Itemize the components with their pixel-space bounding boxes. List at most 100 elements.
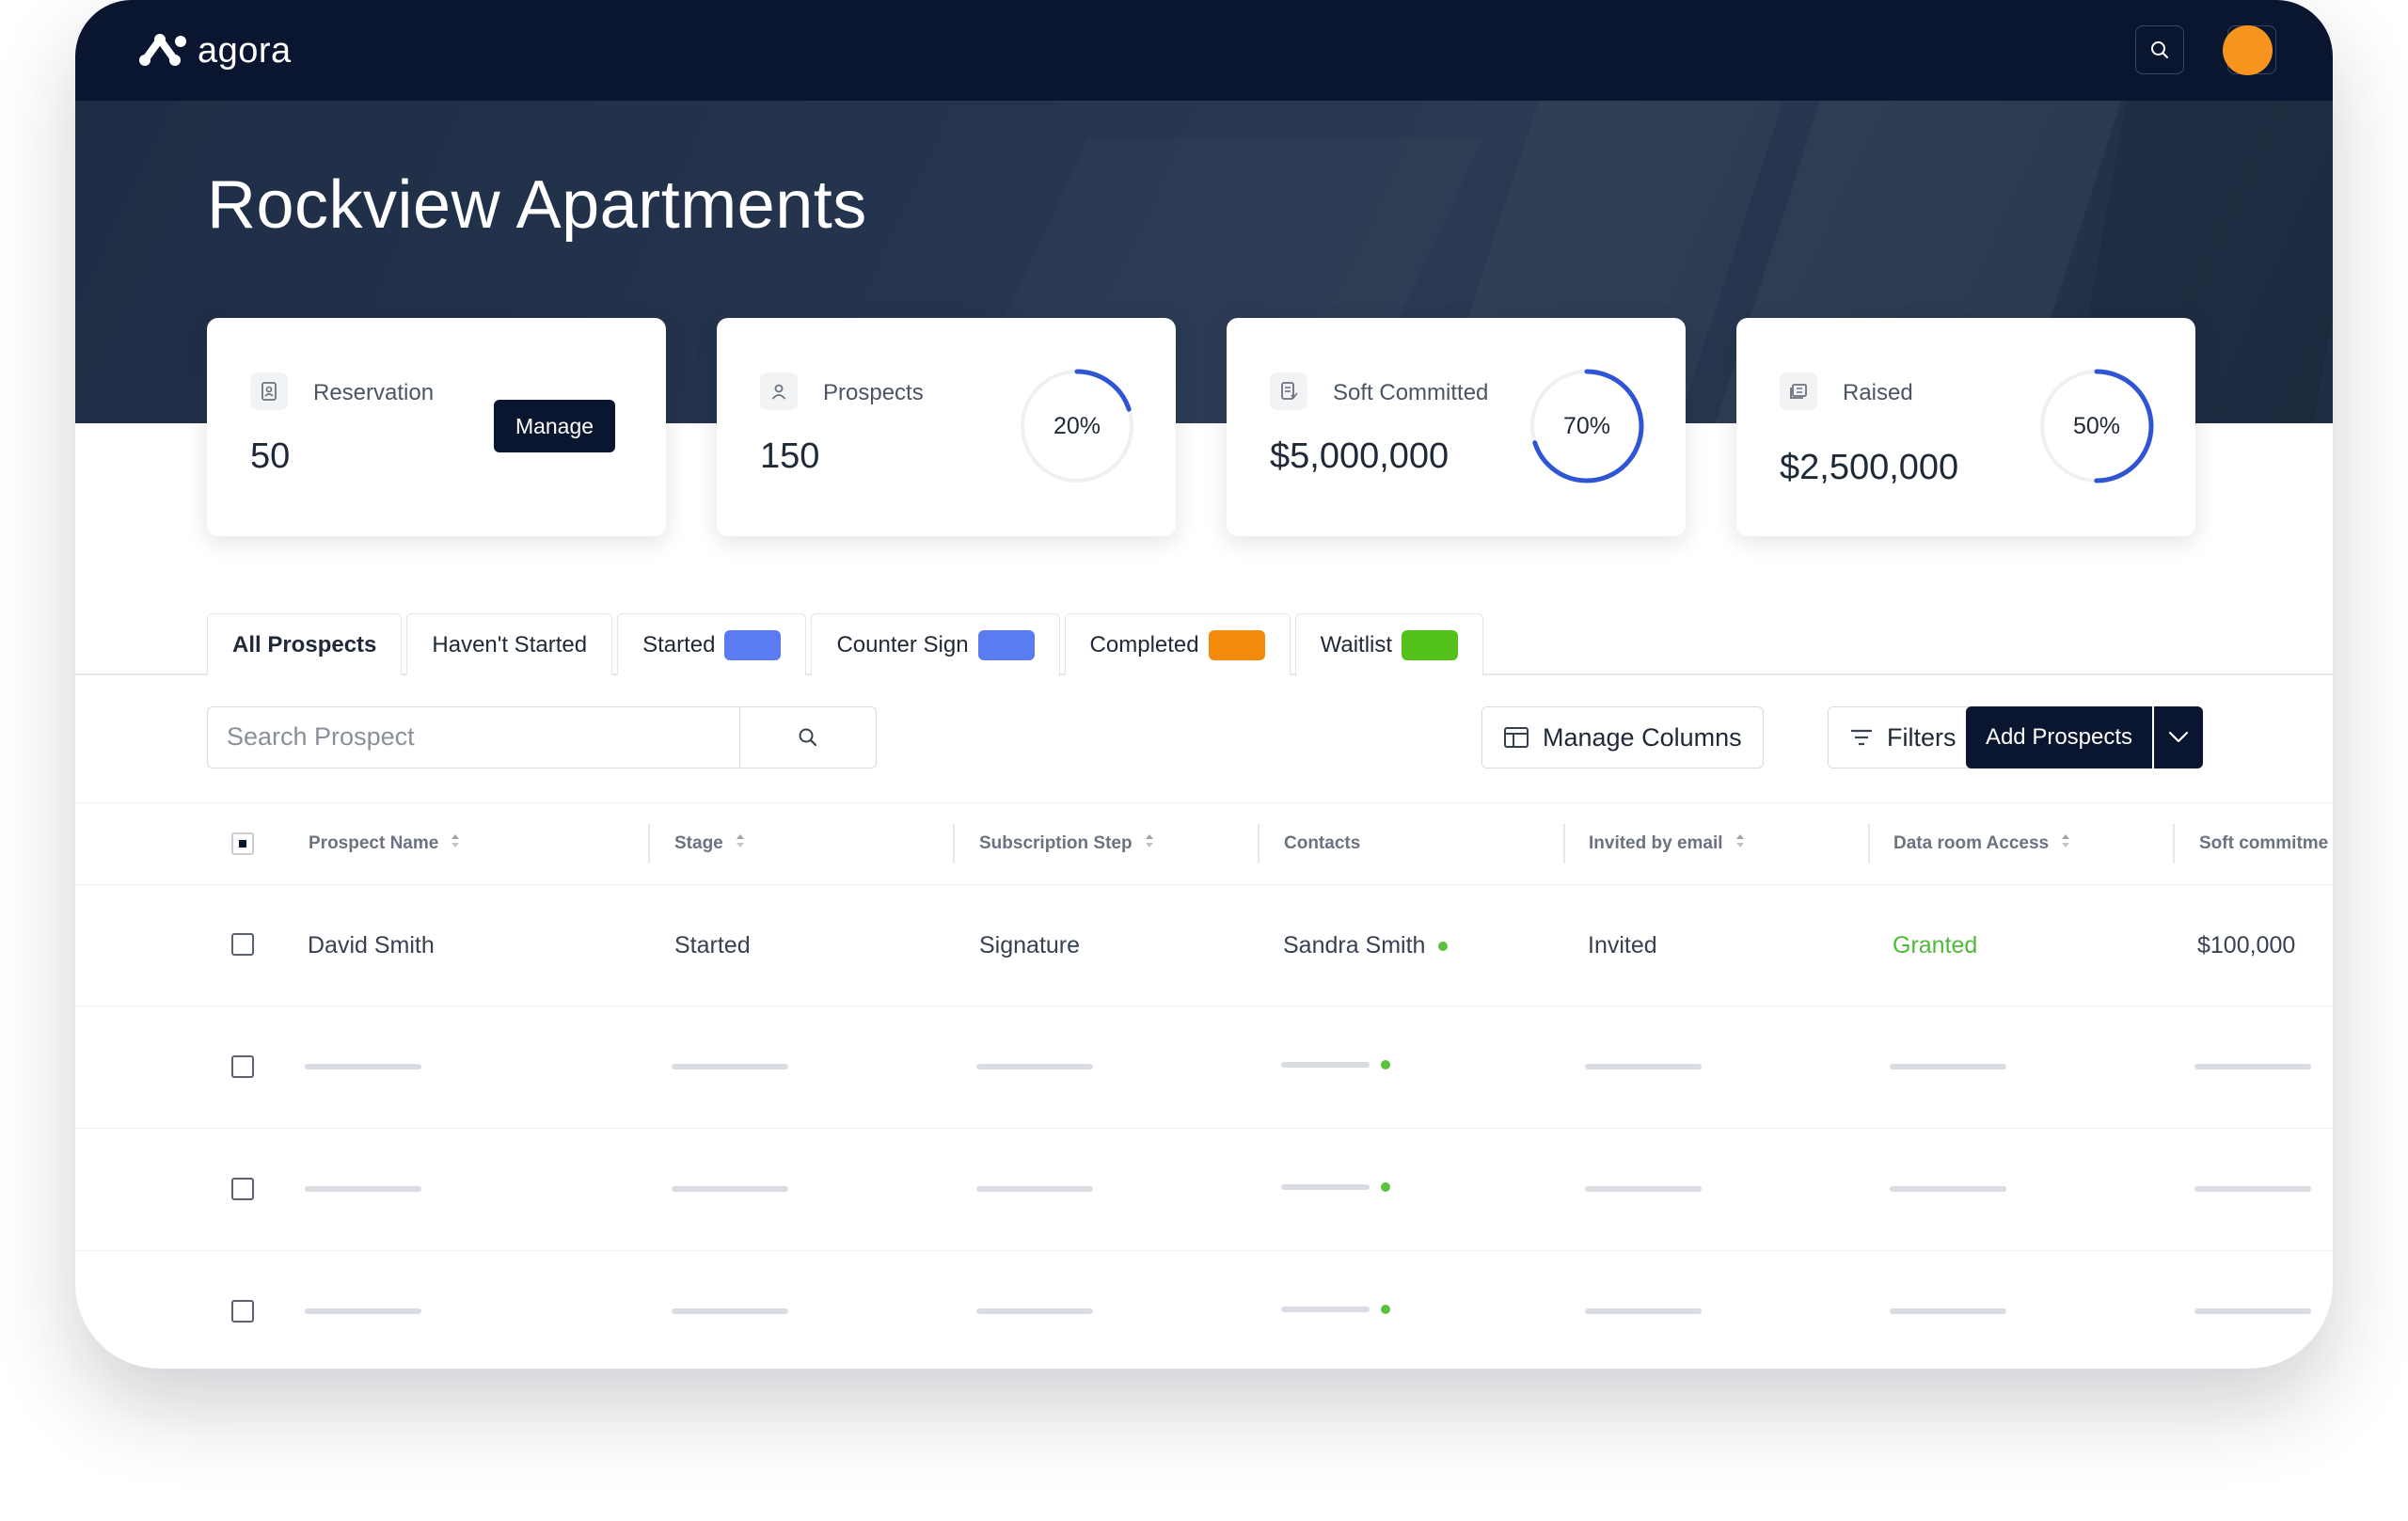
tab-label: All Prospects: [232, 631, 377, 658]
logo-text: agora: [198, 30, 292, 71]
tab-label: Started: [642, 631, 716, 658]
skeleton-bar: [1281, 1184, 1370, 1190]
skeleton-bar: [672, 1064, 788, 1069]
top-nav: agora: [75, 0, 2333, 101]
skeleton-bar: [1890, 1308, 2006, 1314]
sort-icon: [450, 832, 461, 856]
filters-button[interactable]: Filters: [1828, 706, 1978, 768]
agora-logo-icon: [139, 34, 186, 66]
chevron-down-icon: [2168, 731, 2189, 743]
manage-columns-button[interactable]: Manage Columns: [1481, 706, 1764, 768]
skeleton-bar: [1281, 1307, 1370, 1312]
table-row[interactable]: David Smith Started Signature Sandra Smi…: [75, 883, 2333, 1006]
progress-percent: 50%: [2072, 412, 2121, 439]
search-icon: [799, 728, 817, 746]
user-avatar[interactable]: [2223, 25, 2273, 75]
tab-counter-sign[interactable]: Counter Sign: [811, 613, 1060, 675]
cell-stage: Started: [674, 932, 751, 959]
skeleton-bar: [1585, 1064, 1702, 1069]
prospect-tabs: All Prospects Haven't Started Started Co…: [207, 613, 1488, 675]
tab-label: Completed: [1089, 631, 1199, 658]
online-status-dot: [1381, 1305, 1390, 1314]
online-status-dot: [1381, 1182, 1390, 1192]
online-status-dot: [1381, 1060, 1390, 1069]
tab-label: Waitlist: [1320, 631, 1393, 658]
tab-waitlist[interactable]: Waitlist: [1294, 613, 1484, 675]
skeleton-bar: [2194, 1064, 2311, 1069]
table-header: Prospect Name Stage Subscription Step Co…: [75, 802, 2333, 885]
stat-label: Prospects: [823, 380, 924, 405]
search-input[interactable]: [208, 707, 739, 767]
filter-icon: [1851, 729, 1872, 746]
tab-label: Haven't Started: [432, 631, 588, 658]
row-checkbox[interactable]: [231, 1178, 254, 1200]
skeleton-bar: [1890, 1186, 2006, 1192]
tab-havent-started[interactable]: Haven't Started: [406, 613, 613, 675]
select-all-checkbox[interactable]: [231, 832, 254, 855]
progress-percent: 70%: [1562, 412, 1611, 439]
ledger-icon: [1780, 372, 1817, 410]
cell-data-room-access: Granted: [1893, 932, 1978, 959]
table-row-placeholder: [75, 1250, 2333, 1369]
status-chip: [724, 629, 782, 660]
filters-label: Filters: [1887, 722, 1956, 752]
column-header-invited-by-email[interactable]: Invited by email: [1589, 803, 1746, 884]
search-submit-button[interactable]: [739, 707, 876, 767]
manage-columns-label: Manage Columns: [1543, 722, 1742, 752]
document-icon: [1270, 372, 1307, 410]
sort-icon: [1144, 832, 1155, 856]
online-status-dot: [1438, 942, 1449, 952]
user-icon: [760, 372, 798, 410]
search-button[interactable]: [2135, 25, 2184, 74]
tab-completed[interactable]: Completed: [1064, 613, 1291, 675]
cell-contacts: Sandra Smith: [1283, 932, 1449, 959]
search-box: [207, 706, 877, 768]
skeleton-bar: [672, 1308, 788, 1314]
agora-logo[interactable]: agora: [137, 28, 292, 73]
skeleton-bar: [672, 1186, 788, 1192]
column-header-soft-commitment[interactable]: Soft commitme: [2199, 803, 2328, 884]
row-checkbox[interactable]: [231, 933, 254, 956]
stat-label: Reservation: [313, 380, 435, 405]
contact-name: Sandra Smith: [1283, 932, 1426, 959]
search-icon: [2151, 41, 2168, 58]
table-row-placeholder: [75, 1006, 2333, 1129]
tab-label: Counter Sign: [836, 631, 969, 658]
add-prospects-dropdown[interactable]: [2154, 706, 2203, 768]
tab-started[interactable]: Started: [617, 613, 807, 675]
manage-button[interactable]: Manage: [494, 400, 615, 452]
status-chip: [1402, 629, 1459, 660]
cell-prospect-name[interactable]: David Smith: [308, 932, 435, 959]
columns-icon: [1504, 727, 1529, 748]
stat-value: 150: [760, 436, 820, 476]
cell-invited: Invited: [1588, 932, 1657, 959]
row-checkbox[interactable]: [231, 1055, 254, 1078]
skeleton-bar: [2194, 1186, 2311, 1192]
tab-all-prospects[interactable]: All Prospects: [207, 613, 403, 675]
add-prospects-button[interactable]: Add Prospects: [1966, 706, 2152, 768]
skeleton-bar: [2194, 1308, 2311, 1314]
stat-card-soft-committed: Soft Committed $5,000,000 70%: [1227, 318, 1686, 536]
row-checkbox[interactable]: [231, 1300, 254, 1323]
stat-card-raised: Raised $2,500,000 50%: [1736, 318, 2195, 536]
skeleton-bar: [305, 1064, 421, 1069]
status-chip: [1208, 629, 1265, 660]
stat-value: 50: [250, 436, 291, 476]
sort-icon: [1735, 832, 1746, 856]
skeleton-bar: [1585, 1186, 1702, 1192]
skeleton-bar: [976, 1064, 1093, 1069]
sort-icon: [735, 832, 746, 856]
column-header-subscription-step[interactable]: Subscription Step: [979, 803, 1155, 884]
skeleton-bar: [1890, 1064, 2006, 1069]
table-row-placeholder: [75, 1128, 2333, 1251]
column-header-prospect-name[interactable]: Prospect Name: [309, 803, 461, 884]
skeleton-bar: [1281, 1062, 1370, 1068]
sort-icon: [2060, 832, 2071, 856]
column-header-data-room-access[interactable]: Data room Access: [1893, 803, 2071, 884]
column-header-contacts[interactable]: Contacts: [1284, 803, 1360, 884]
stat-card-prospects: Prospects 150 20%: [717, 318, 1176, 536]
cell-subscription-step: Signature: [979, 932, 1081, 959]
skeleton-bar: [976, 1308, 1093, 1314]
reservation-icon: [250, 372, 288, 410]
column-header-stage[interactable]: Stage: [674, 803, 746, 884]
